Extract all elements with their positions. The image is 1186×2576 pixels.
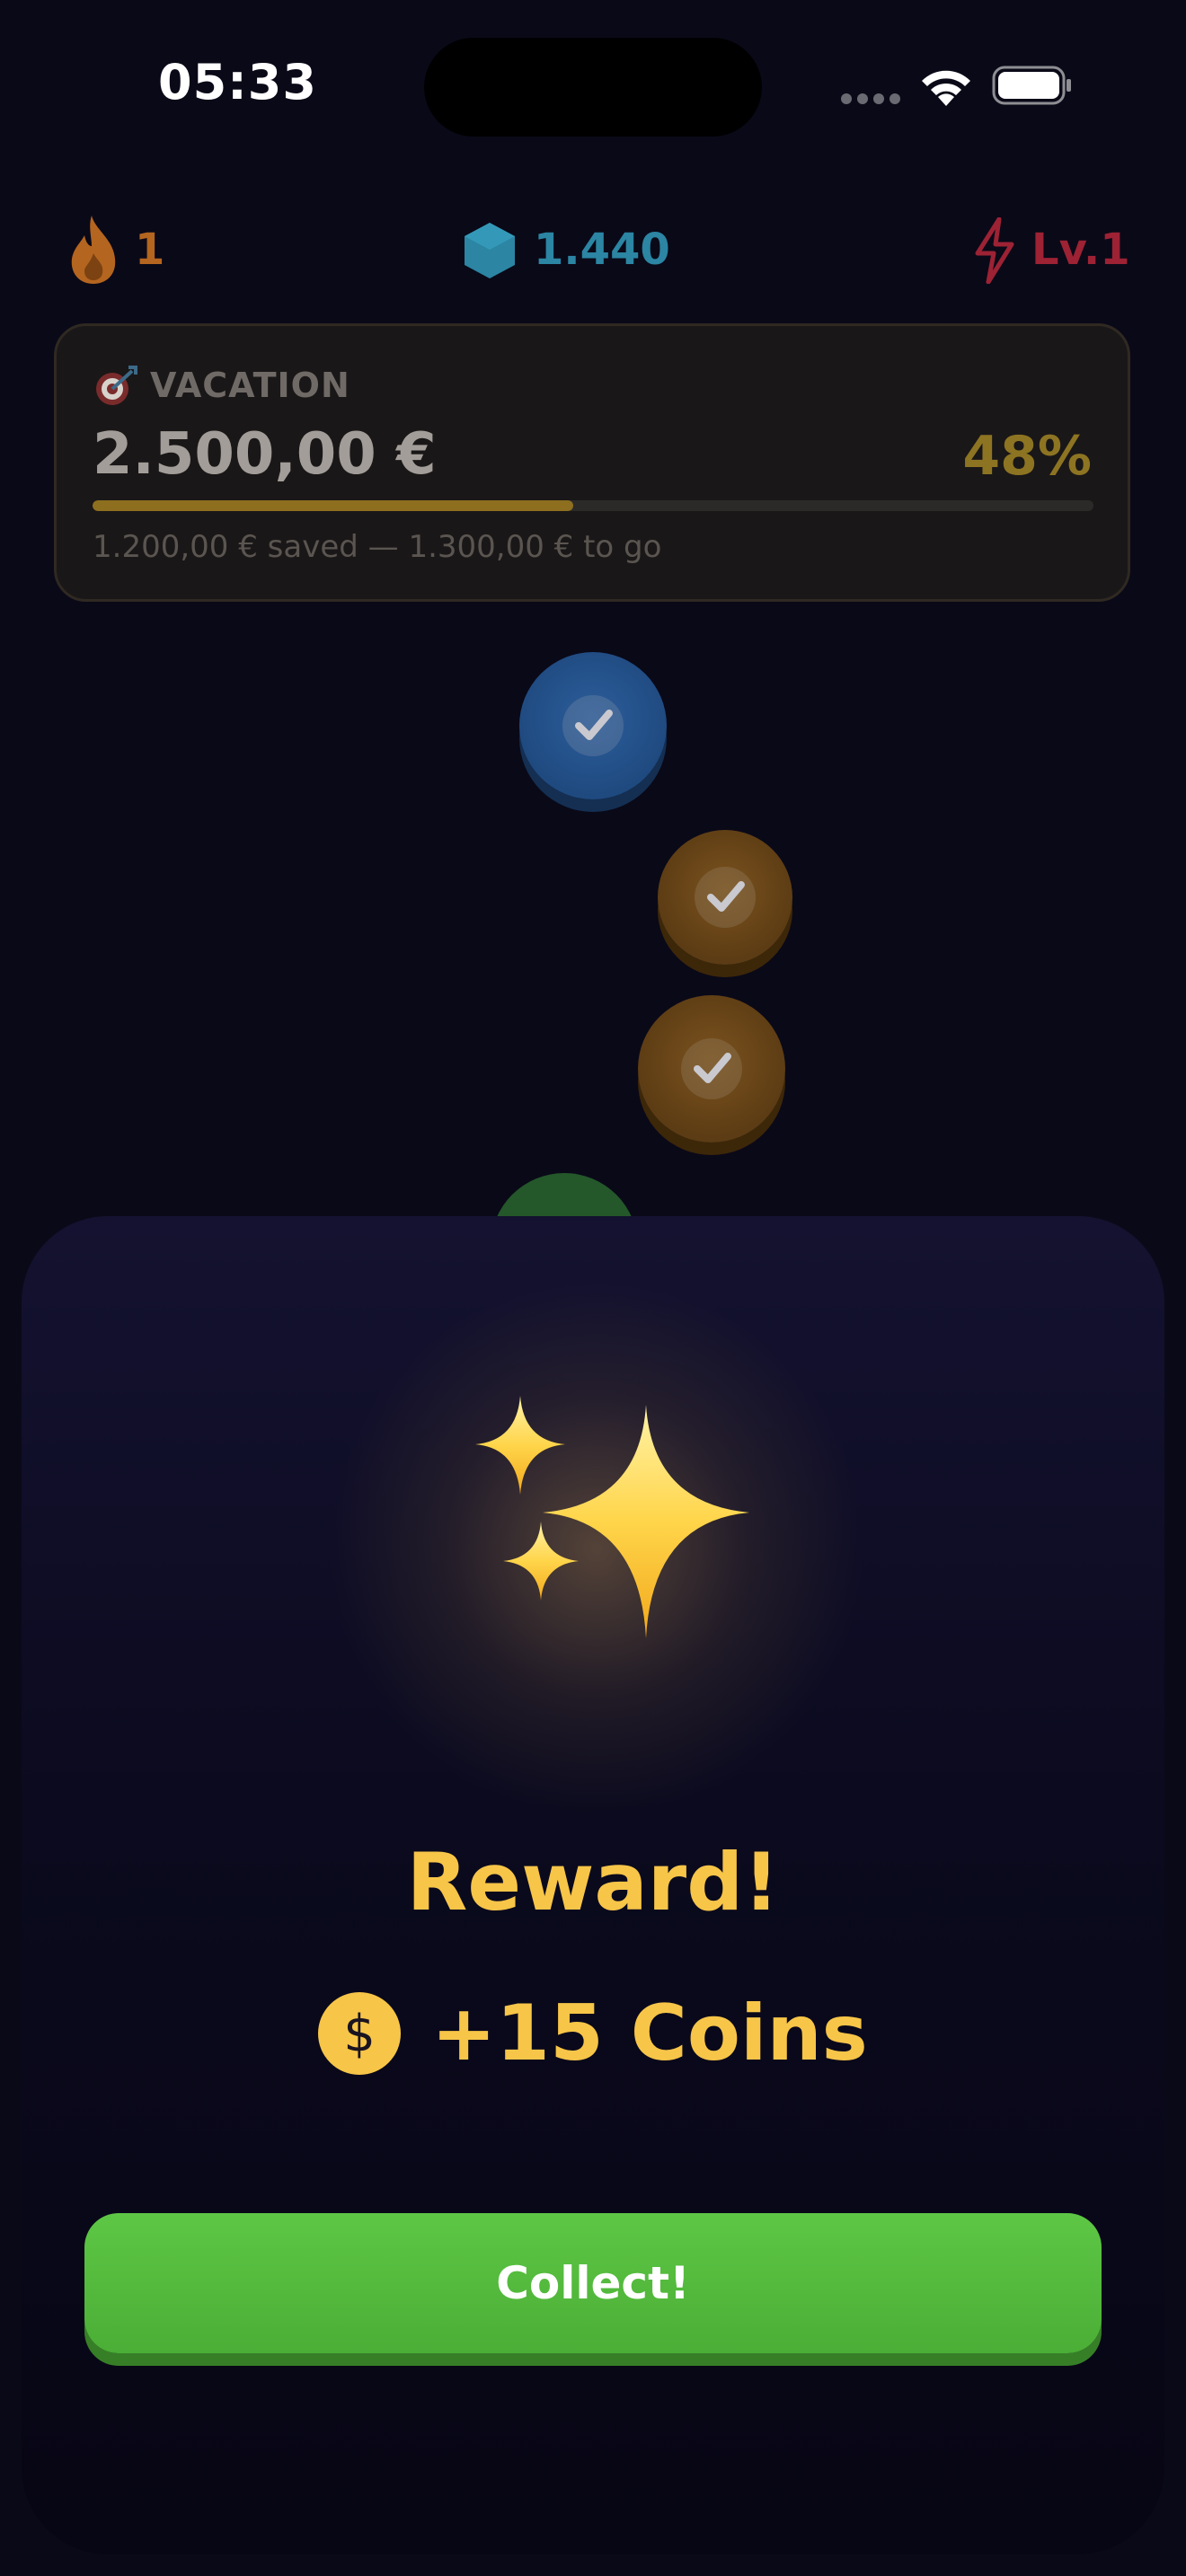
collect-button[interactable]: Collect! — [84, 2213, 1102, 2353]
goal-percent: 48% — [962, 425, 1092, 488]
battery-icon — [992, 66, 1071, 105]
dynamic-island — [424, 38, 762, 137]
hexagon-gem-icon — [465, 223, 515, 278]
goal-progress-fill — [93, 500, 573, 511]
reward-sheet: Reward! $ +15 Coins Collect! — [22, 1216, 1164, 2554]
goal-name: VACATION — [150, 366, 350, 405]
path-node-completed[interactable] — [658, 830, 792, 965]
goal-amount: 2.500,00 € — [93, 421, 437, 488]
dollar-coin-icon: $ — [318, 1992, 402, 2075]
signal-icon — [841, 93, 902, 106]
goal-progress-bar — [93, 500, 1093, 511]
flame-icon — [71, 216, 116, 284]
reward-amount-row: $ +15 Coins — [22, 1989, 1164, 2078]
status-time: 05:33 — [158, 54, 317, 110]
path-node-completed[interactable] — [638, 995, 785, 1142]
savings-goal-card[interactable]: VACATION 2.500,00 € 48% 1.200,00 € saved… — [54, 323, 1130, 602]
checkmark-icon — [562, 695, 624, 756]
sparkles-icon — [475, 1396, 749, 1638]
wifi-icon — [922, 70, 970, 106]
goal-saved-text: 1.200,00 € saved — 1.300,00 € to go — [93, 529, 662, 565]
streak-count: 1 — [135, 225, 165, 275]
reward-amount: +15 Coins — [431, 1989, 868, 2078]
path-node-completed[interactable] — [519, 652, 667, 799]
reward-title: Reward! — [406, 1836, 780, 1928]
checkmark-icon — [695, 867, 756, 928]
checkmark-icon — [681, 1038, 742, 1099]
gems-count: 1.440 — [534, 225, 670, 275]
dart-target-icon — [96, 366, 137, 405]
lightning-icon — [975, 217, 1014, 284]
level-indicator: Lv.1 — [1031, 225, 1130, 275]
